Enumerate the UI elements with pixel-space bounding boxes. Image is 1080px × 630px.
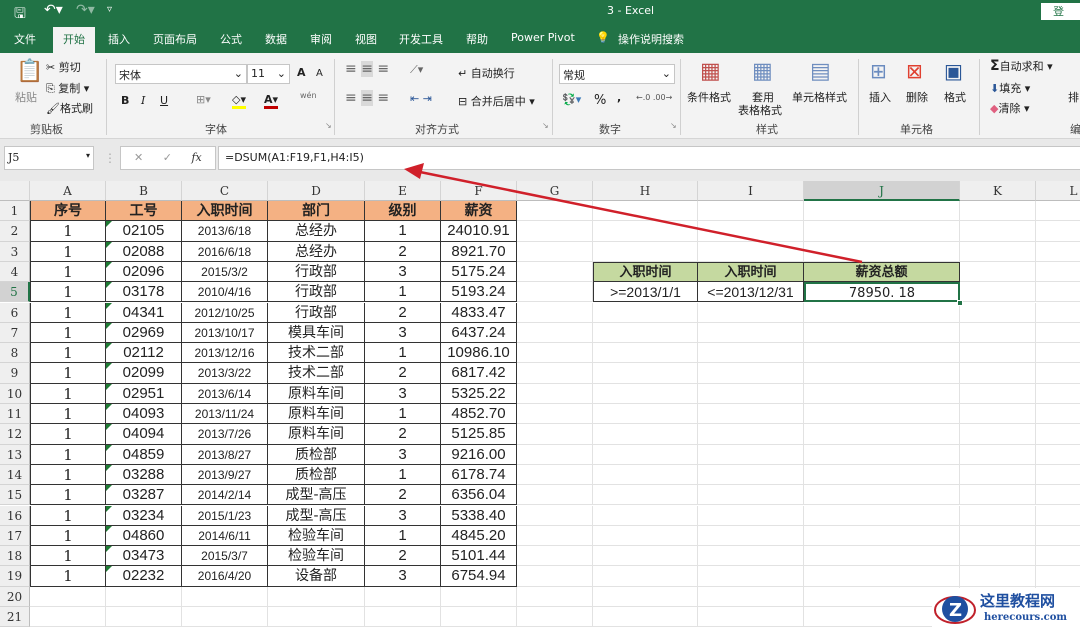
watermark-name: 这里教程网: [980, 592, 1056, 610]
annotation-arrow: [404, 163, 863, 264]
svg-text:Z: Z: [949, 600, 962, 621]
logo-icon: Z: [934, 596, 976, 624]
watermark-url: herecours.com: [984, 612, 1068, 623]
arrow-head: [404, 163, 424, 179]
watermark-logo: Z 这里教程网 herecours.com: [932, 588, 1080, 630]
arrow-line: [419, 170, 863, 264]
